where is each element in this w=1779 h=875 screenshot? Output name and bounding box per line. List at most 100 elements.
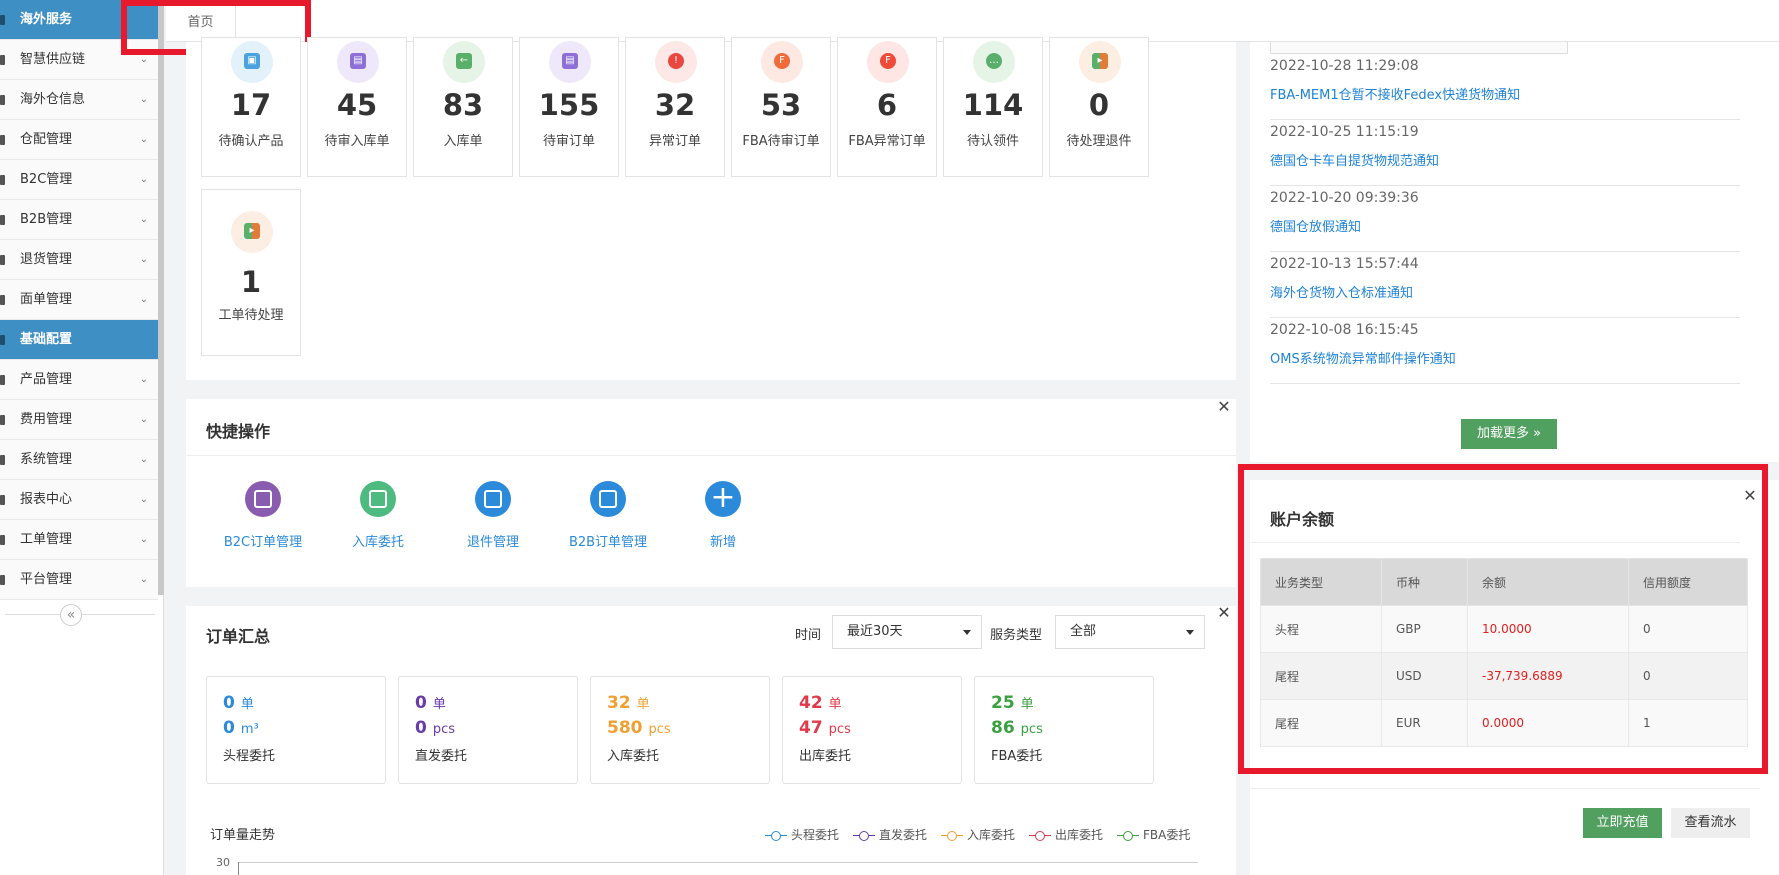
quick-returns[interactable]: 退件管理 <box>438 481 548 550</box>
sidebar-item-products[interactable]: 产品管理 ⌄ <box>0 360 158 400</box>
sidebar-item-reports[interactable]: 报表中心 ⌄ <box>0 480 158 520</box>
chevron-down-icon: ⌄ <box>139 254 148 265</box>
notice-title-link[interactable]: 德国仓卡车自提货物规范通知 <box>1270 150 1439 169</box>
quick-inbound-entrust[interactable]: 入库委托 <box>323 481 433 550</box>
sidebar-item-label: 海外服务 <box>20 12 73 27</box>
chat-icon: … <box>973 41 1015 83</box>
divider <box>1250 788 1760 789</box>
legend-item-fba[interactable]: FBA委托 <box>1117 826 1190 843</box>
cart-icon <box>0 175 5 185</box>
cell-balance: 0.0000 <box>1467 699 1629 747</box>
summary-card-fba[interactable]: 25 单 86 pcs FBA委托 <box>974 676 1154 784</box>
return-icon <box>0 255 5 265</box>
stat-card-fba-pending[interactable]: F 53 FBA待审订单 <box>731 37 831 177</box>
stat-card-pending-returns[interactable]: ▸ 0 待处理退件 <box>1049 37 1149 177</box>
summary-card-direct[interactable]: 0单 0 pcs 直发委托 <box>398 676 578 784</box>
order-icon: ▤ <box>549 41 591 83</box>
load-more-button[interactable]: 加载更多 » <box>1461 419 1557 449</box>
legend-item-inbound[interactable]: 入库委托 <box>941 826 1015 843</box>
notice-item[interactable]: 2022-10-25 11:15:19 德国仓卡车自提货物规范通知 <box>1270 120 1740 186</box>
order-count: 0 <box>223 693 235 713</box>
panel-title: 账户余额 <box>1270 510 1335 529</box>
sidebar-item-fees[interactable]: 费用管理 ⌄ <box>0 400 158 440</box>
unit: 单 <box>828 697 842 712</box>
stat-card-pending-inbound[interactable]: ▤ 45 待审入库单 <box>307 37 407 177</box>
sidebar-item-b2b[interactable]: B2B管理 ⌄ <box>0 200 158 240</box>
stat-value: 0 <box>1088 88 1110 122</box>
select-value: 最近30天 <box>847 624 903 639</box>
sidebar-item-label: 产品管理 <box>20 372 73 387</box>
sidebar-item-b2c[interactable]: B2C管理 ⌄ <box>0 160 158 200</box>
stat-card-pending-products[interactable]: ▣ 17 待确认产品 <box>201 37 301 177</box>
stat-card-pending-orders[interactable]: ▤ 155 待审订单 <box>519 37 619 177</box>
collapse-sidebar-button[interactable]: « <box>60 604 82 626</box>
quick-label: 退件管理 <box>466 535 519 550</box>
legend-item-outbound[interactable]: 出库委托 <box>1029 826 1103 843</box>
stat-label: 工单待处理 <box>218 308 284 323</box>
close-icon[interactable]: ✕ <box>1743 488 1757 504</box>
notice-title-link[interactable]: 海外仓货物入仓标准通知 <box>1270 282 1413 301</box>
quick-b2c-orders[interactable]: B2C订单管理 <box>208 481 318 550</box>
stat-card-exception-orders[interactable]: ! 32 异常订单 <box>625 37 725 177</box>
service-type-label: 服务类型 <box>990 628 1043 643</box>
sidebar-item-warehouse-info[interactable]: 海外仓信息 ⌄ <box>0 80 158 120</box>
stat-card-fba-exception[interactable]: F 6 FBA异常订单 <box>837 37 937 177</box>
summary-card-inbound[interactable]: 32 单 580 pcs 入库委托 <box>590 676 770 784</box>
notice-item[interactable]: 2022-10-20 09:39:36 德国仓放假通知 <box>1270 186 1740 252</box>
summary-card-outbound[interactable]: 42 单 47 pcs 出库委托 <box>782 676 962 784</box>
stat-label: 待审入库单 <box>324 134 390 149</box>
panel-title: 快捷操作 <box>206 422 271 441</box>
menu-icon <box>0 15 5 25</box>
view-flow-button[interactable]: 查看流水 <box>1671 808 1750 838</box>
unit: m³ <box>240 722 259 737</box>
notice-item[interactable]: 2022-10-13 15:57:44 海外仓货物入仓标准通知 <box>1270 252 1740 318</box>
sidebar-item-platform[interactable]: 平台管理 ⌄ <box>0 560 158 600</box>
legend-item-first-leg[interactable]: 头程委托 <box>765 826 839 843</box>
cell-currency: EUR <box>1381 699 1468 747</box>
sidebar-item-system[interactable]: 系统管理 ⌄ <box>0 440 158 480</box>
sidebar-item-label: 仓配管理 <box>20 132 73 147</box>
legend-label: 出库委托 <box>1055 828 1104 842</box>
quick-add[interactable]: + 新增 <box>668 481 778 550</box>
sidebar-scrollbar[interactable] <box>158 0 164 595</box>
legend-marker <box>853 830 875 841</box>
sidebar-item-labels[interactable]: 面单管理 ⌄ <box>0 280 158 320</box>
panel-title: 订单汇总 <box>206 627 271 646</box>
column-header: 余额 <box>1467 558 1629 606</box>
cart-icon <box>0 215 5 225</box>
quick-ops-panel: 快捷操作 ✕ B2C订单管理 入库委托 退件管理 B2B订单管理 + 新增 <box>186 399 1236 587</box>
service-type-select[interactable]: 全部 <box>1055 615 1205 649</box>
stat-value: 155 <box>538 88 600 122</box>
stat-card-unclaimed[interactable]: … 114 待认领件 <box>943 37 1043 177</box>
recharge-button[interactable]: 立即充值 <box>1583 808 1662 838</box>
notice-title-link[interactable]: FBA-MEM1仓暂不接收Fedex快递货物通知 <box>1270 84 1520 103</box>
notice-tabs[interactable] <box>1270 42 1568 54</box>
dollar-icon <box>0 415 5 425</box>
notice-date: 2022-10-13 15:57:44 <box>1270 256 1419 272</box>
unit: pcs <box>648 722 671 737</box>
stat-card-pending-tickets[interactable]: ▸ 1 工单待处理 <box>201 189 301 356</box>
unit: pcs <box>1020 722 1043 737</box>
unit: pcs <box>432 722 456 737</box>
sidebar-item-returns[interactable]: 退货管理 ⌄ <box>0 240 158 280</box>
inbound-icon: ← <box>443 41 485 83</box>
notice-item[interactable]: 2022-10-28 11:29:08 FBA-MEM1仓暂不接收Fedex快递… <box>1270 54 1740 120</box>
ticket-icon <box>0 535 5 545</box>
notice-date: 2022-10-25 11:15:19 <box>1270 124 1419 140</box>
time-range-select[interactable]: 最近30天 <box>832 615 982 649</box>
sidebar-item-fulfillment[interactable]: 仓配管理 ⌄ <box>0 120 158 160</box>
quick-b2b-orders[interactable]: B2B订单管理 <box>553 481 663 550</box>
close-icon[interactable]: ✕ <box>1217 605 1231 621</box>
notice-item[interactable]: 2022-10-08 16:15:45 OMS系统物流异常邮件操作通知 <box>1270 318 1740 384</box>
notice-title-link[interactable]: 德国仓放假通知 <box>1270 216 1361 235</box>
summary-card-first-leg[interactable]: 0单 0 m³ 头程委托 <box>206 676 386 784</box>
legend-item-direct[interactable]: 直发委托 <box>853 826 927 843</box>
close-icon[interactable]: ✕ <box>1217 399 1231 415</box>
sidebar-item-basic-config[interactable]: 基础配置 <box>0 320 158 360</box>
order-count: 32 <box>607 693 631 713</box>
notice-title-link[interactable]: OMS系统物流异常邮件操作通知 <box>1270 348 1456 367</box>
chevron-down-icon: ⌄ <box>139 214 148 225</box>
stat-card-inbound[interactable]: ← 83 入库单 <box>413 37 513 177</box>
stat-label: 待认领件 <box>966 134 1019 149</box>
sidebar-item-tickets[interactable]: 工单管理 ⌄ <box>0 520 158 560</box>
